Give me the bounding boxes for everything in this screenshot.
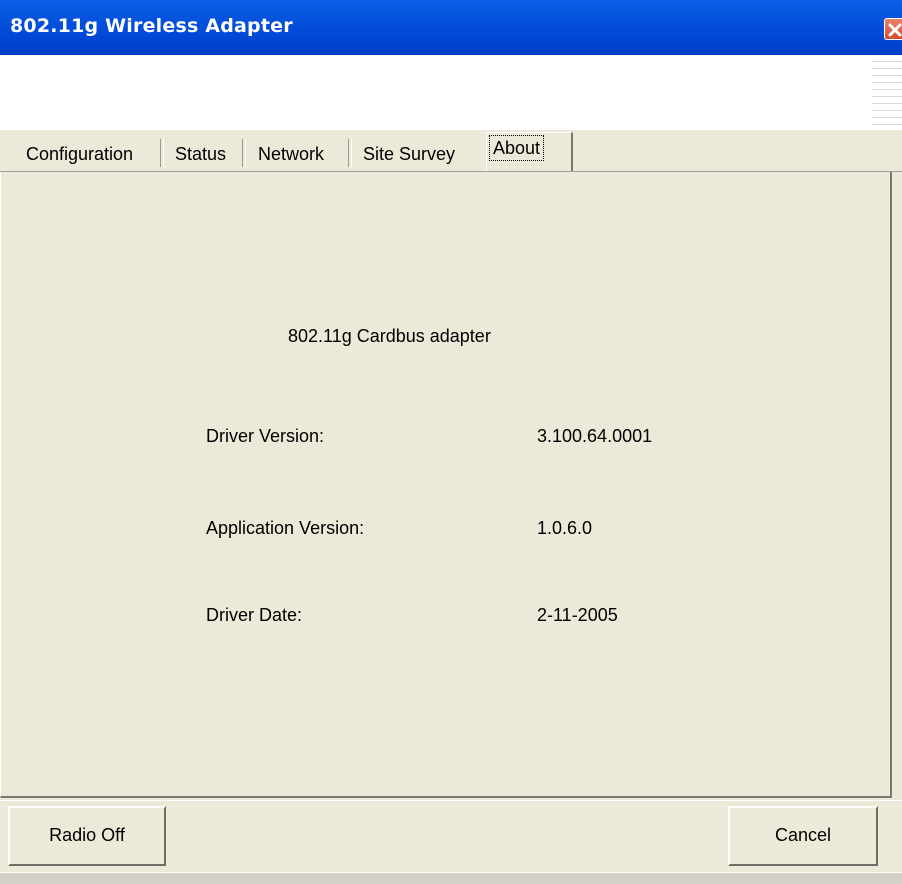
window-title: 802.11g Wireless Adapter — [10, 15, 293, 37]
driver-date-value: 2-11-2005 — [537, 605, 618, 625]
tab-label: About — [489, 135, 545, 161]
window-bottom-edge — [0, 872, 902, 884]
tab-separator — [348, 139, 352, 167]
tab-configuration[interactable]: Configuration — [24, 138, 135, 171]
tab-label: Network — [258, 144, 325, 164]
button-bar: Radio Off Cancel — [0, 800, 902, 872]
tab-separator — [160, 139, 164, 167]
tab-separator — [242, 139, 246, 167]
close-icon — [888, 23, 902, 37]
tab-about[interactable]: About — [486, 132, 573, 171]
tab-site-survey[interactable]: Site Survey — [361, 138, 457, 171]
tab-label: Status — [175, 144, 227, 164]
adapter-window: 802.11g Wireless Adapter Configuration S… — [0, 0, 902, 884]
radio-off-button[interactable]: Radio Off — [8, 806, 166, 866]
title-bar[interactable]: 802.11g Wireless Adapter — [0, 0, 902, 55]
driver-version-value: 3.100.64.0001 — [537, 426, 653, 446]
close-button[interactable] — [884, 18, 902, 40]
driver-date-label: Driver Date: — [206, 605, 303, 625]
header-banner — [0, 55, 902, 130]
tab-label: Configuration — [26, 144, 134, 164]
tab-label: Site Survey — [363, 144, 456, 164]
banner-stripes — [872, 55, 902, 130]
tab-network[interactable]: Network — [256, 138, 326, 171]
tab-status[interactable]: Status — [173, 138, 228, 171]
product-name: 802.11g Cardbus adapter — [288, 326, 491, 346]
tab-strip: Configuration Status Network Site Survey… — [0, 130, 902, 172]
application-version-value: 1.0.6.0 — [537, 518, 593, 538]
application-version-label: Application Version: — [206, 518, 365, 538]
cancel-button[interactable]: Cancel — [728, 806, 878, 866]
driver-version-label: Driver Version: — [206, 426, 325, 446]
about-panel: 802.11g Cardbus adapter Driver Version: … — [0, 172, 892, 798]
